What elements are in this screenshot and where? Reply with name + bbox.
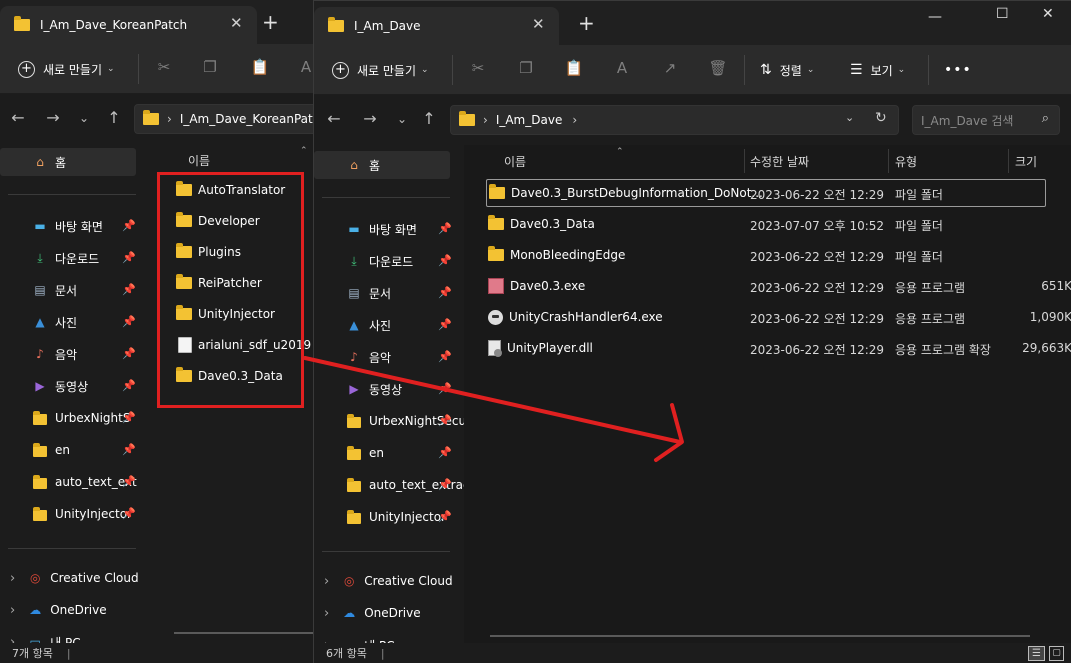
- red-arrow-head: [654, 403, 684, 462]
- red-arrow-annotation: [303, 356, 684, 462]
- red-arrow-shaft: [303, 356, 682, 444]
